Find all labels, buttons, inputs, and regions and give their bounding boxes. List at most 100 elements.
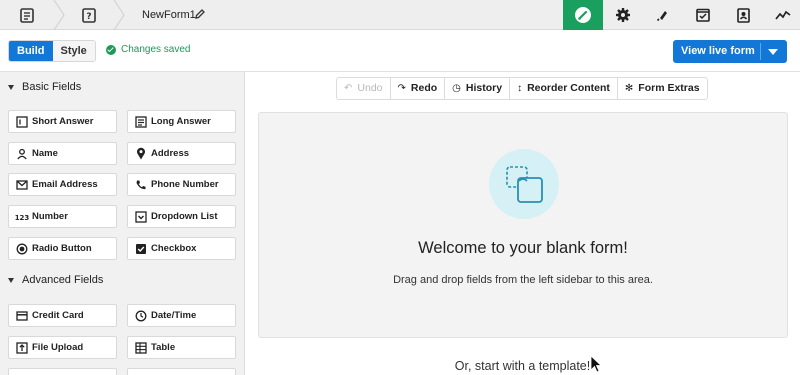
long-answer-icon	[133, 110, 149, 133]
field-label: Number	[32, 211, 68, 222]
field-label: Dropdown List	[151, 211, 218, 222]
gear-icon: ✻	[624, 83, 634, 94]
field-partial[interactable]	[127, 368, 236, 375]
basic-fields-label: Basic Fields	[22, 81, 82, 93]
svg-text:?: ?	[86, 12, 91, 22]
redo-icon: ↷	[397, 83, 406, 94]
gear-icon	[616, 8, 630, 22]
field-label: Checkbox	[151, 243, 197, 254]
badge-icon	[736, 7, 750, 23]
reorder-arrows-icon: ↕	[517, 83, 523, 94]
form-extras-label: Form Extras	[638, 82, 700, 94]
build-style-toggle: Build Style	[8, 40, 96, 62]
field-short-answer[interactable]: Short Answer	[8, 110, 117, 133]
top-navigation: ? NewForm1	[0, 0, 800, 30]
mouse-pointer-icon	[590, 355, 602, 373]
map-pin-icon	[133, 142, 149, 165]
field-dropdown-list[interactable]: Dropdown List	[127, 205, 236, 228]
style-tab[interactable]: Style	[52, 41, 95, 61]
field-name[interactable]: Name	[8, 142, 117, 165]
field-label: Long Answer	[151, 116, 211, 127]
field-label: Radio Button	[32, 243, 92, 254]
field-label: Credit Card	[32, 310, 84, 321]
welcome-title: Welcome to your blank form!	[418, 239, 628, 257]
start-with-template-link[interactable]: Or, start with a template!	[245, 359, 800, 373]
field-table[interactable]: Table	[127, 336, 236, 359]
field-label: File Upload	[32, 342, 84, 353]
checkbox-icon	[133, 237, 149, 260]
field-number[interactable]: 123 Number	[8, 205, 117, 228]
form-canvas: ↶ Undo ↷ Redo ◷ History ↕ Reorder Conten…	[245, 72, 800, 375]
field-file-upload[interactable]: File Upload	[8, 336, 117, 359]
upload-icon	[14, 336, 30, 359]
advanced-fields-heading[interactable]: Advanced Fields	[8, 274, 103, 286]
field-label: Email Address	[32, 179, 98, 190]
field-phone-number[interactable]: Phone Number	[127, 173, 236, 196]
blank-form-dropzone[interactable]: Welcome to your blank form! Drag and dro…	[258, 112, 788, 338]
table-icon	[133, 336, 149, 359]
collapse-triangle-icon	[8, 84, 14, 90]
field-email-address[interactable]: Email Address	[8, 173, 117, 196]
history-button[interactable]: ◷ History	[445, 78, 511, 99]
clock-icon	[133, 304, 149, 327]
history-icon: ◷	[452, 83, 461, 94]
undo-icon: ↶	[344, 83, 353, 94]
breadcrumb-separator	[53, 0, 65, 30]
svg-text:123: 123	[15, 214, 29, 222]
canvas-action-bar: ↶ Undo ↷ Redo ◷ History ↕ Reorder Conten…	[336, 77, 708, 100]
basic-fields-heading[interactable]: Basic Fields	[8, 81, 81, 93]
field-label: Short Answer	[32, 116, 94, 127]
paintbrush-icon	[575, 7, 591, 23]
forms-list-icon[interactable]	[20, 0, 34, 30]
check-circle-icon	[106, 44, 116, 55]
drag-drop-illustration-icon	[489, 149, 559, 219]
field-label: Address	[151, 148, 190, 159]
reorder-content-button[interactable]: ↕ Reorder Content	[510, 78, 618, 99]
nav-rules[interactable]	[683, 0, 723, 30]
redo-label: Redo	[410, 82, 438, 94]
form-extras-button[interactable]: ✻ Form Extras	[618, 78, 707, 99]
phone-icon	[133, 173, 149, 196]
form-question-icon[interactable]: ?	[82, 0, 96, 30]
advanced-fields-label: Advanced Fields	[22, 274, 104, 286]
form-name[interactable]: NewForm1	[142, 0, 196, 30]
undo-button[interactable]: ↶ Undo	[337, 78, 391, 99]
field-credit-card[interactable]: Credit Card	[8, 304, 117, 327]
welcome-subtitle: Drag and drop fields from the left sideb…	[393, 274, 653, 286]
nav-integrations[interactable]	[643, 0, 683, 30]
redo-button[interactable]: ↷ Redo	[391, 78, 446, 99]
field-label: Table	[151, 342, 176, 353]
button-divider	[760, 43, 761, 60]
short-answer-icon	[14, 110, 30, 133]
nav-analytics[interactable]	[763, 0, 800, 30]
reorder-content-label: Reorder Content	[527, 82, 610, 94]
nav-settings[interactable]	[603, 0, 643, 30]
edit-pencil-icon[interactable]	[194, 8, 206, 20]
chevron-down-icon[interactable]	[768, 49, 778, 55]
build-tab[interactable]: Build	[9, 41, 53, 61]
field-date-time[interactable]: Date/Time	[127, 304, 236, 327]
credit-card-icon	[14, 304, 30, 327]
view-live-form-button[interactable]: View live form	[673, 40, 787, 63]
save-status-text: Changes saved	[121, 44, 191, 55]
number-123-icon: 123	[14, 205, 30, 228]
field-address[interactable]: Address	[127, 142, 236, 165]
field-long-answer[interactable]: Long Answer	[127, 110, 236, 133]
analytics-icon	[775, 10, 791, 20]
breadcrumb-separator	[113, 0, 125, 30]
nav-publish[interactable]	[723, 0, 763, 30]
field-radio-button[interactable]: Radio Button	[8, 237, 117, 260]
person-icon	[14, 142, 30, 165]
field-label: Name	[32, 148, 58, 159]
plug-icon	[656, 11, 667, 22]
nav-build-paintbrush[interactable]	[563, 0, 603, 30]
view-live-form-label: View live form	[681, 45, 755, 57]
history-label: History	[465, 82, 503, 94]
dropdown-icon	[133, 205, 149, 228]
fields-sidebar: Basic Fields Short Answer Long Answer Na…	[0, 72, 245, 375]
field-label: Phone Number	[151, 179, 219, 190]
checkbox-list-icon	[696, 8, 710, 22]
field-partial[interactable]	[8, 368, 117, 375]
collapse-triangle-icon	[8, 277, 14, 283]
field-checkbox[interactable]: Checkbox	[127, 237, 236, 260]
